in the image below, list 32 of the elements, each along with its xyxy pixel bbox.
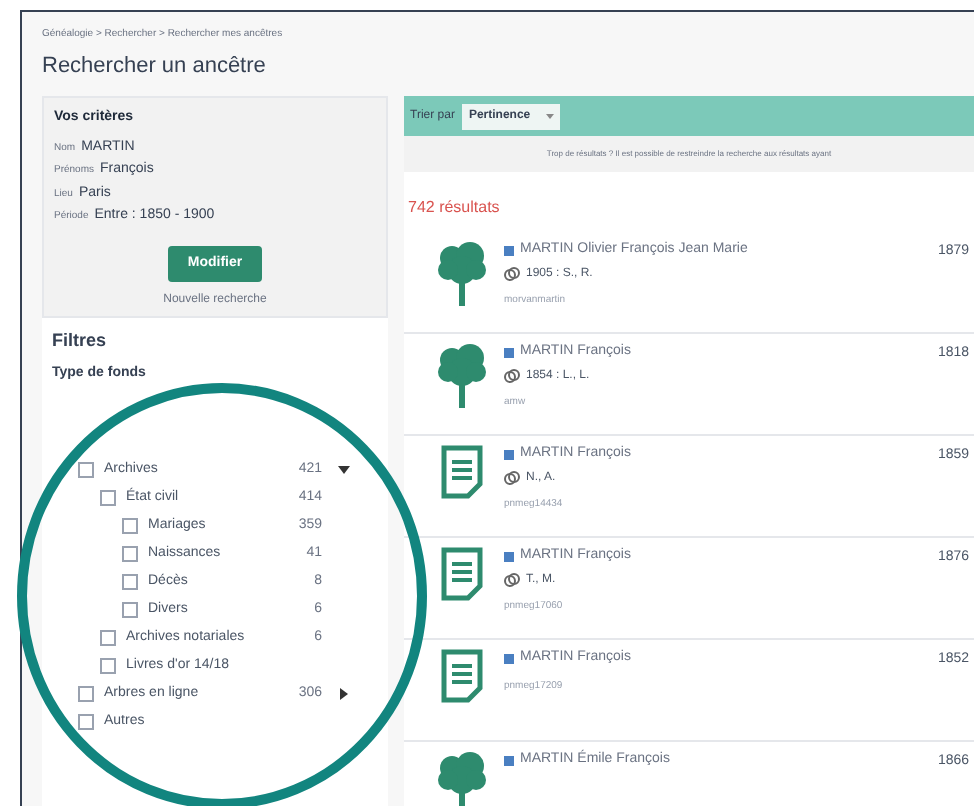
checkbox[interactable]	[122, 574, 138, 590]
filters-heading: Filtres	[52, 328, 109, 354]
caret-icon	[546, 112, 555, 120]
page-title: Rechercher un ancêtre	[42, 51, 268, 81]
square-icon	[504, 755, 514, 766]
rings-icon	[504, 470, 520, 486]
square-icon	[504, 653, 514, 664]
checkbox[interactable]	[78, 462, 94, 478]
square-icon	[504, 245, 514, 256]
checkbox[interactable]	[78, 686, 94, 702]
square-icon	[504, 551, 514, 562]
checkbox[interactable]	[122, 546, 138, 562]
tree-icon	[436, 342, 488, 410]
checkbox[interactable]	[122, 602, 138, 618]
checkbox[interactable]	[100, 490, 116, 506]
checkbox[interactable]	[78, 714, 94, 730]
tree-icon	[436, 240, 488, 308]
square-icon	[504, 347, 514, 358]
checkbox[interactable]	[100, 658, 116, 674]
rings-icon	[504, 266, 520, 282]
results-count: 742 résultats	[406, 196, 502, 220]
square-icon	[504, 449, 514, 460]
rings-icon	[504, 368, 520, 384]
checkbox[interactable]	[122, 518, 138, 534]
tree-icon	[436, 750, 488, 806]
document-icon	[440, 444, 484, 500]
document-icon	[440, 648, 484, 704]
caret-icon[interactable]	[338, 464, 350, 476]
rings-icon	[504, 572, 520, 588]
checkbox[interactable]	[100, 630, 116, 646]
caret-icon[interactable]	[338, 688, 350, 700]
document-icon	[440, 546, 484, 602]
